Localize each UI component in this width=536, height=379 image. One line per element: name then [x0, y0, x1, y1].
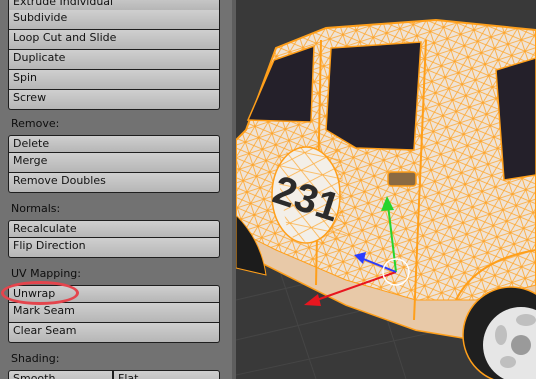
mark-seam-button[interactable]: Mark Seam — [8, 303, 220, 323]
shading-section-label: Shading: — [11, 352, 60, 365]
front-window — [495, 57, 536, 181]
delete-button[interactable]: Delete — [8, 135, 220, 153]
subdivide-button[interactable]: Subdivide — [8, 10, 220, 30]
viewport-canvas: 231 — [236, 18, 536, 379]
screw-button[interactable]: Screw — [8, 90, 220, 110]
rear-window — [246, 44, 315, 123]
x-axis-arrow-icon[interactable] — [304, 294, 321, 306]
recalculate-button[interactable]: Recalculate — [8, 220, 220, 238]
unwrap-button[interactable]: Unwrap — [8, 285, 220, 303]
3d-viewport[interactable]: 231 — [236, 0, 536, 379]
duplicate-button[interactable]: Duplicate — [8, 50, 220, 70]
tool-shelf-panel: Extrude Individual Subdivide Loop Cut an… — [0, 0, 232, 379]
remove-doubles-button[interactable]: Remove Doubles — [8, 173, 220, 193]
spin-button[interactable]: Spin — [8, 70, 220, 90]
normals-section-label: Normals: — [11, 202, 61, 215]
merge-button[interactable]: Merge — [8, 153, 220, 173]
smooth-button[interactable]: Smooth — [8, 370, 113, 379]
loop-cut-and-slide-button[interactable]: Loop Cut and Slide — [8, 30, 220, 50]
door-window — [325, 41, 422, 151]
flip-direction-button[interactable]: Flip Direction — [8, 238, 220, 258]
remove-section-label: Remove: — [11, 117, 60, 130]
uv-mapping-section-label: UV Mapping: — [11, 267, 81, 280]
clear-seam-button[interactable]: Clear Seam — [8, 323, 220, 343]
flat-button[interactable]: Flat — [113, 370, 220, 379]
